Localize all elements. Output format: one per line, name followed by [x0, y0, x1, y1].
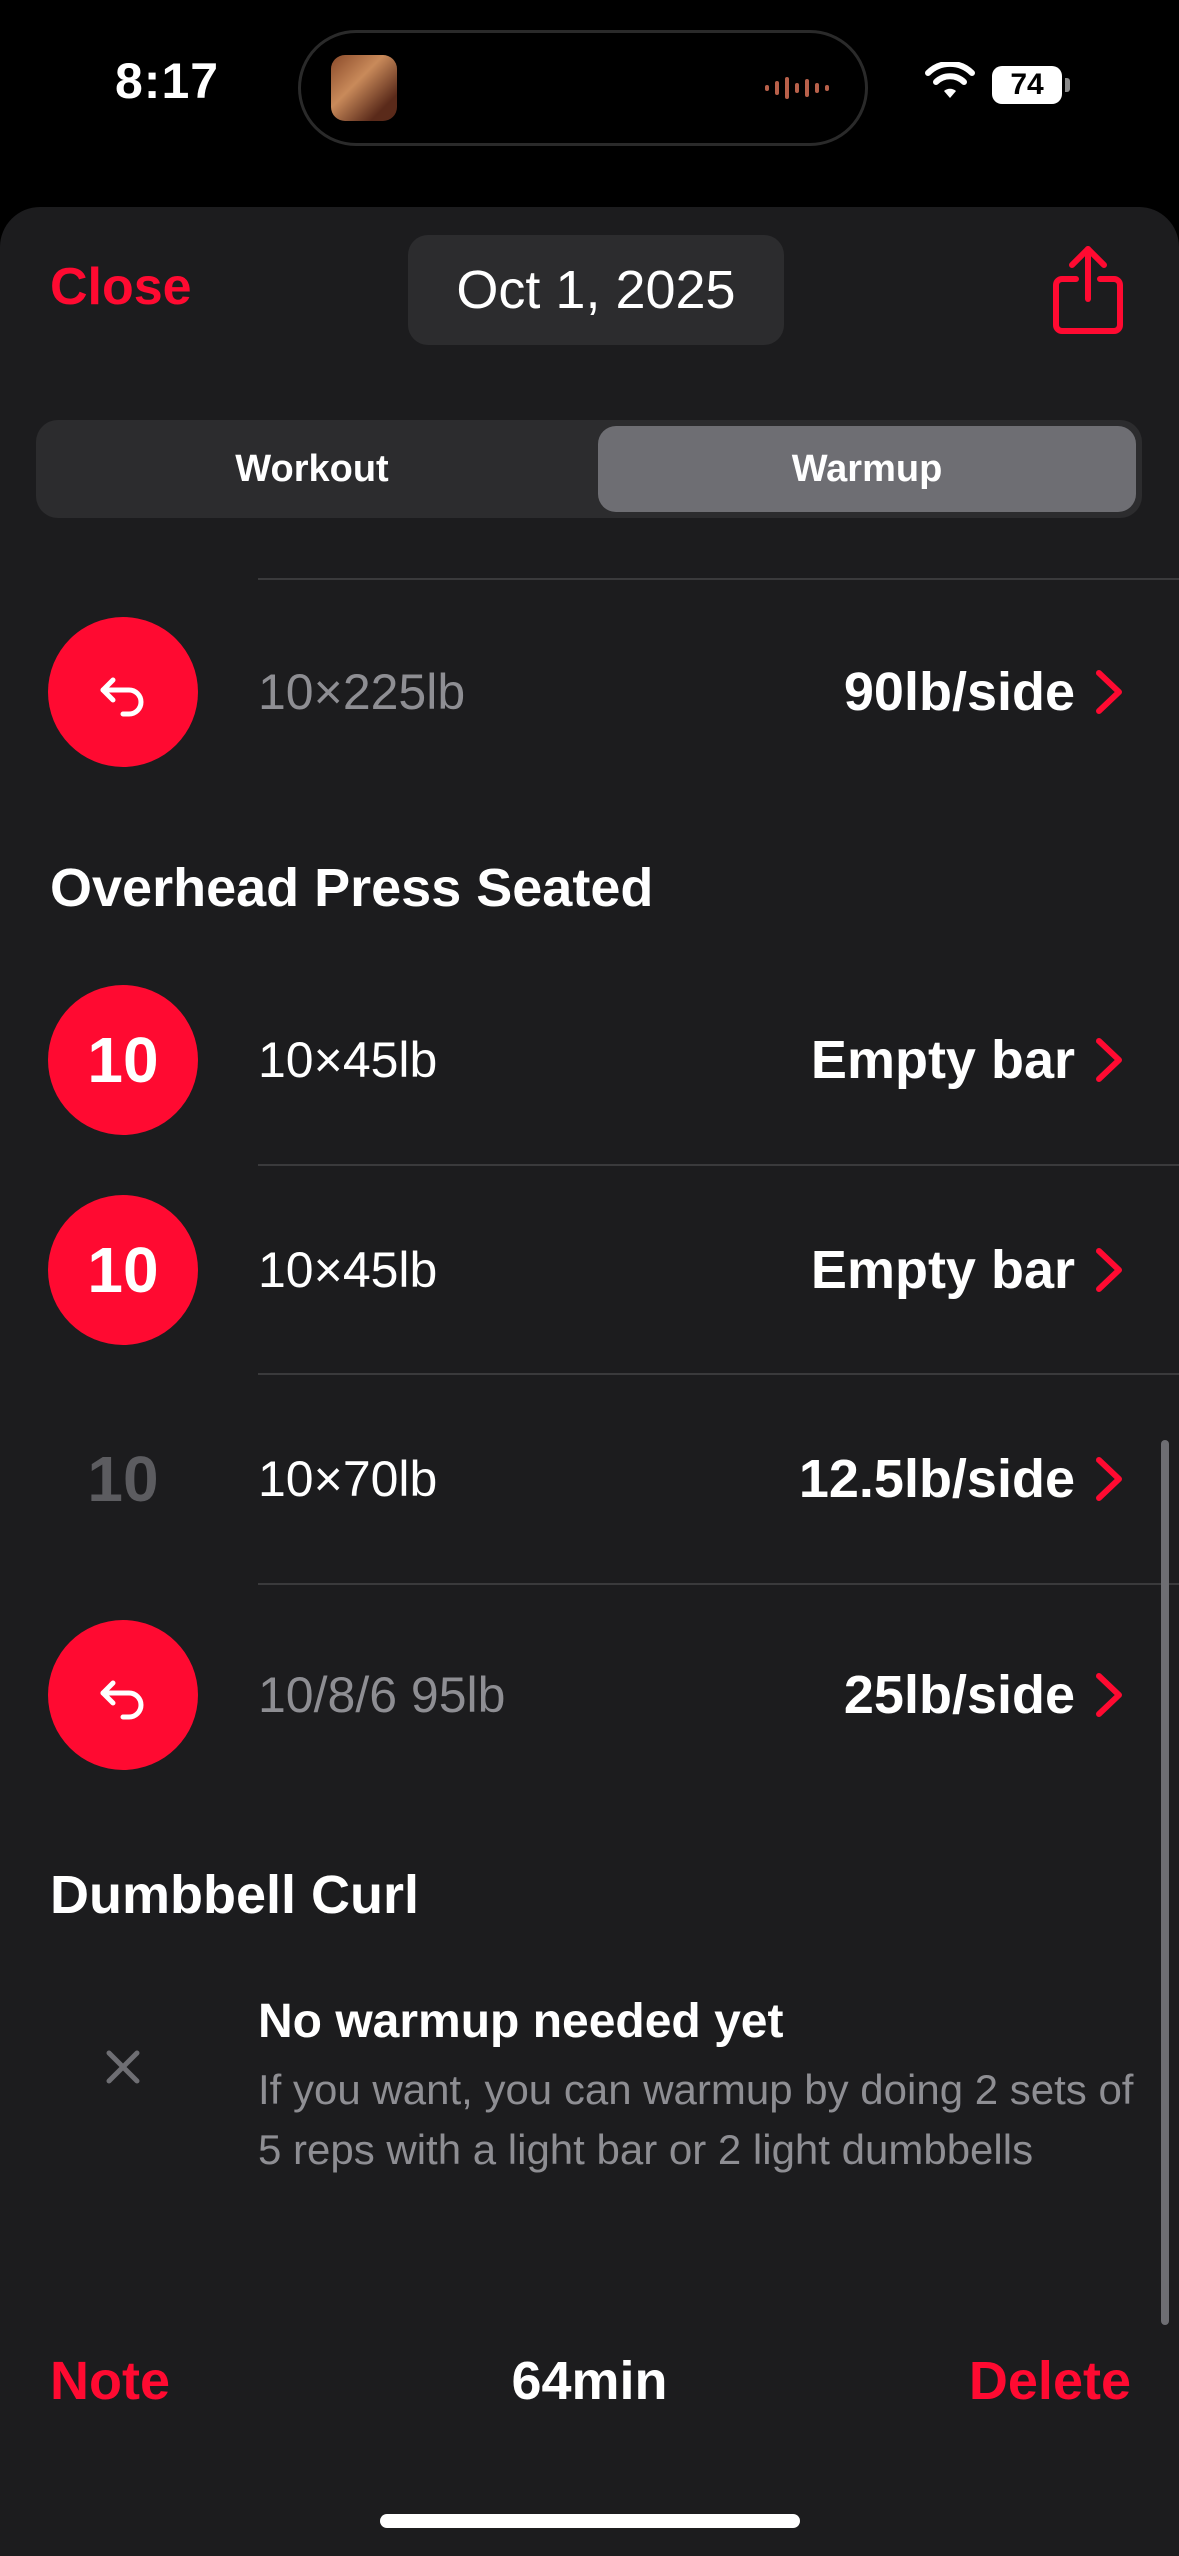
set-badge[interactable] [48, 1620, 198, 1770]
row-divider [258, 1164, 1179, 1166]
chevron-right-icon [1096, 1038, 1122, 1082]
plate-value: 25lb/side [843, 1665, 1075, 1725]
plate-value: 90lb/side [843, 662, 1075, 722]
wifi-icon [925, 62, 975, 98]
set-description: 10×45lb [258, 1242, 438, 1298]
delete-button[interactable]: Delete [969, 2350, 1131, 2412]
warmup-set-row[interactable]: 10 10×70lb 12.5lb/side [0, 1404, 1179, 1554]
close-x-icon [106, 2050, 140, 2084]
live-activity-app-icon [331, 55, 397, 121]
home-indicator[interactable] [380, 2514, 800, 2528]
row-divider [258, 578, 1179, 580]
date-picker-button[interactable]: Oct 1, 2025 [408, 235, 784, 345]
close-button[interactable]: Close [50, 257, 192, 317]
chevron-right-icon [1096, 670, 1122, 714]
plate-value: Empty bar [810, 1240, 1075, 1300]
background-title-fragment [490, 188, 570, 208]
row-divider [258, 1583, 1179, 1585]
chevron-right-icon [1096, 1248, 1122, 1292]
warmup-set-row[interactable]: 10 10×45lb Empty bar [0, 1195, 1179, 1345]
plate-value: 12.5lb/side [798, 1449, 1075, 1509]
set-badge[interactable]: 10 [48, 1195, 198, 1345]
chevron-right-icon [1096, 1457, 1122, 1501]
warmup-set-row[interactable]: 10/8/6 95lb 25lb/side [0, 1620, 1179, 1770]
audio-waveform-icon [765, 77, 829, 99]
plate-value: Empty bar [810, 1030, 1075, 1090]
share-icon[interactable] [1052, 243, 1124, 335]
row-divider [258, 1373, 1179, 1375]
workout-warmup-segmented-control: Workout Warmup [36, 420, 1142, 518]
empty-state-title: No warmup needed yet [258, 1995, 784, 2048]
set-badge[interactable]: 10 [48, 985, 198, 1135]
exercise-title: Overhead Press Seated [50, 858, 654, 918]
status-bar: 8:17 74 [0, 0, 1179, 190]
exercise-title: Dumbbell Curl [50, 1865, 420, 1925]
dynamic-island[interactable] [298, 30, 868, 146]
set-badge[interactable] [48, 617, 198, 767]
chevron-right-icon [1096, 1673, 1122, 1717]
undo-arrow-icon [100, 1680, 144, 1720]
set-badge[interactable]: 10 [48, 1404, 198, 1554]
warmup-set-row[interactable]: 10×225lb 90lb/side [0, 617, 1179, 767]
empty-state-body: If you want, you can warmup by doing 2 s… [258, 2066, 1134, 2173]
warmup-set-row[interactable]: 10 10×45lb Empty bar [0, 985, 1179, 1135]
status-time: 8:17 [115, 53, 220, 109]
tab-workout[interactable]: Workout [42, 426, 582, 512]
set-description: 10×225lb [258, 664, 466, 720]
scrollbar[interactable] [1161, 1440, 1169, 2325]
battery-indicator: 74 [992, 66, 1070, 104]
set-description: 10×45lb [258, 1032, 438, 1088]
workout-detail-sheet: Close Oct 1, 2025 Workout Warmup 10×225l… [0, 207, 1179, 2556]
set-description: 10/8/6 95lb [258, 1667, 506, 1723]
undo-arrow-icon [100, 677, 144, 717]
set-description: 10×70lb [258, 1451, 438, 1507]
tab-warmup[interactable]: Warmup [598, 426, 1136, 512]
